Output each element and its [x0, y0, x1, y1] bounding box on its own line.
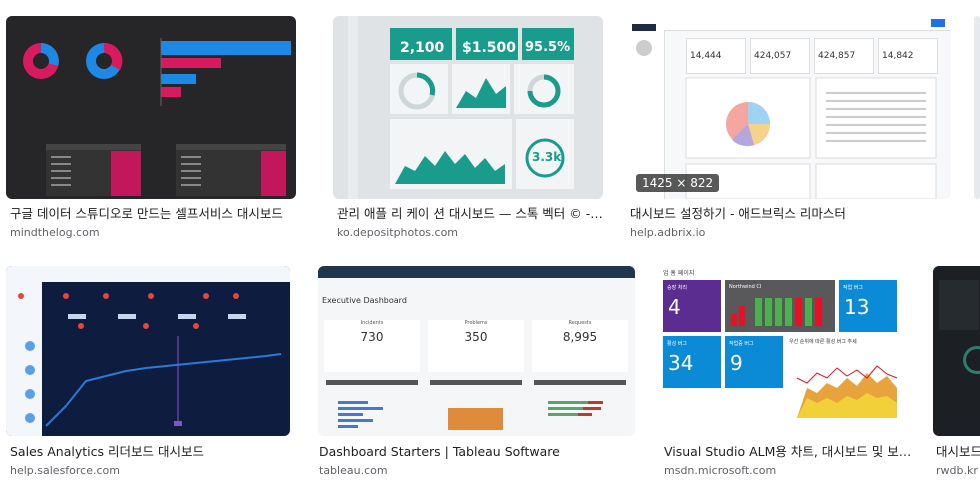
tile-work-bugs: 작업 버그 13 [839, 280, 897, 332]
build-bars [731, 298, 822, 326]
thumbnail-2[interactable]: 2,100 $1.500 95.5% 3.3k [333, 16, 603, 199]
image-size-badge: 1425 × 822 [636, 174, 720, 192]
result-source: help.adbrix.io [630, 226, 706, 239]
result-title[interactable]: 관리 애플 리 케이 션 대시보드 — 스톡 벡터 © -izab… [337, 206, 605, 222]
tile-label: 작업 버그 [843, 285, 863, 291]
line-chart-preview [18, 293, 282, 427]
result-title[interactable]: Visual Studio ALM용 차트, 대시보드 및 보고서 [664, 444, 914, 460]
thumbnail-6[interactable]: 업 홈 페이지 승장 처리 4 Northwind CI 작업 버그 13 활성… [659, 266, 909, 436]
tile-value: 13 [844, 295, 870, 319]
home-page-label: 업 홈 페이지 [663, 270, 695, 277]
result-title[interactable]: Dashboard Starters | Tableau Software [319, 444, 639, 460]
result-card-4[interactable]: Sales Analytics 리더보드 대시보드 help.salesforc… [0, 250, 300, 480]
result-source: mindthelog.com [10, 226, 100, 239]
dark-dashboard-preview [23, 38, 291, 196]
tile-label: 활성 버그 [667, 341, 687, 347]
thumbnail-4[interactable] [6, 266, 290, 436]
result-title[interactable]: 구글 데이터 스튜디오로 만드는 셀프서비스 대시보드 [10, 206, 300, 222]
tile-label: 승장 처리 [667, 285, 687, 291]
thumbnail-5[interactable]: Executive Dashboard Incidents 730 Proble… [318, 266, 635, 436]
charts-preview [390, 64, 574, 189]
panel [939, 280, 979, 330]
tile-pending: 승장 처리 4 [663, 280, 721, 332]
result-source: help.salesforce.com [10, 464, 120, 477]
result-card-6[interactable]: 업 홈 페이지 승장 처리 4 Northwind CI 작업 버그 13 활성… [655, 250, 920, 480]
trend-chart-label: 우선 순위에 따른 활성 버그 추세 [789, 339, 857, 345]
trend-area-chart [796, 365, 898, 418]
tile-active-bugs: 활성 버그 34 [663, 336, 721, 388]
tile-value: 34 [668, 351, 694, 375]
result-title[interactable]: 대시보드 [936, 444, 980, 460]
tile-label: Northwind CI [729, 284, 762, 290]
tile-northwind: Northwind CI [725, 280, 835, 332]
pie-panel-preview [685, 77, 937, 199]
result-card-7[interactable]: 대시보드 rwdb.kr [930, 250, 980, 480]
kpi-value: 3.3k [532, 150, 562, 164]
gauge [963, 346, 980, 374]
result-source: tableau.com [319, 464, 388, 477]
result-card-2[interactable]: 2,100 $1.500 95.5% 3.3k 관리 애플 리 케이 션 대시보… [330, 0, 610, 250]
result-title[interactable]: Sales Analytics 리더보드 대시보드 [10, 444, 295, 460]
tile-in-progress-bugs: 작업중 버그 9 [725, 336, 783, 388]
result-source: rwdb.kr [936, 464, 978, 477]
tile-value: 9 [730, 351, 743, 375]
result-card-5[interactable]: Executive Dashboard Incidents 730 Proble… [310, 250, 645, 480]
result-title[interactable]: 대시보드 설정하기 - 애드브릭스 리마스터 [630, 206, 950, 222]
thumbnail-7[interactable] [933, 266, 980, 436]
thumbnail-1[interactable] [6, 16, 296, 199]
tile-label: 작업중 버그 [729, 341, 754, 347]
result-card-3[interactable]: 14,444 424,057 424,857 14,842 1425 × 822… [620, 0, 960, 250]
tile-value: 4 [668, 295, 681, 319]
result-source: msdn.microsoft.com [664, 464, 777, 477]
thumbnail-3[interactable]: 14,444 424,057 424,857 14,842 1425 × 822 [626, 16, 951, 199]
thumbnail-partial-top[interactable] [974, 16, 980, 199]
result-card-1[interactable]: 구글 데이터 스튜디오로 만드는 셀프서비스 대시보드 mindthelog.c… [0, 0, 310, 250]
result-source: ko.depositphotos.com [337, 226, 459, 239]
bars-preview [326, 380, 626, 430]
